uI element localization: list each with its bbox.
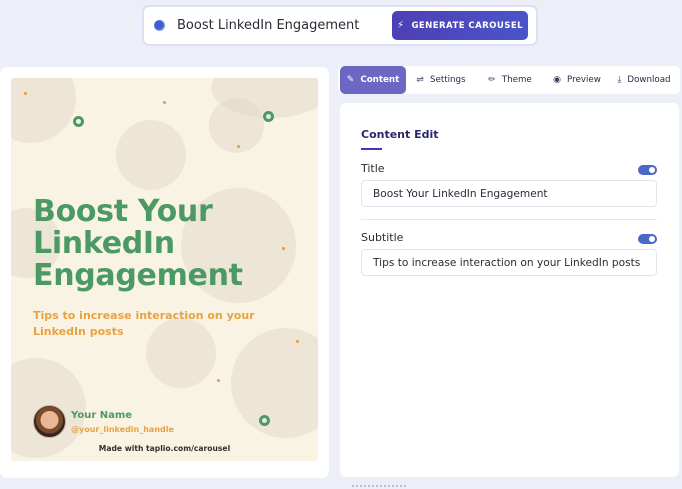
heading-underline bbox=[361, 148, 382, 150]
tab-content-label: Content bbox=[360, 75, 400, 85]
author-handle: @your_linkedin_handle bbox=[71, 425, 174, 434]
tab-content[interactable]: ✎ Content bbox=[340, 66, 406, 94]
scroll-indicator bbox=[352, 485, 406, 487]
generate-carousel-button[interactable]: ⚡︎ GENERATE CAROUSEL bbox=[392, 11, 528, 40]
background-bubble bbox=[11, 78, 76, 143]
background-bubble bbox=[116, 120, 186, 190]
bolt-icon: ⚡︎ bbox=[397, 20, 405, 31]
background-bubble bbox=[231, 328, 318, 438]
tab-preview[interactable]: ◉ Preview bbox=[544, 66, 610, 94]
dot-decoration bbox=[217, 379, 220, 382]
editor-heading: Content Edit bbox=[361, 128, 439, 141]
prompt-input[interactable]: Boost LinkedIn Engagement bbox=[177, 18, 359, 33]
carousel-slide[interactable]: Boost Your LinkedIn Engagement Tips to i… bbox=[11, 78, 318, 461]
author-name: Your Name bbox=[71, 410, 133, 421]
dot-decoration bbox=[24, 92, 27, 95]
tab-download-label: Download bbox=[627, 75, 671, 85]
tab-settings[interactable]: ⇌ Settings bbox=[406, 66, 476, 94]
dot-decoration bbox=[163, 101, 166, 104]
brush-icon: ✏ bbox=[488, 75, 496, 85]
dot-decoration bbox=[237, 145, 240, 148]
tab-theme-label: Theme bbox=[501, 75, 532, 85]
field-divider bbox=[361, 219, 657, 220]
prompt-bar: Boost LinkedIn Engagement ⚡︎ GENERATE CA… bbox=[142, 5, 538, 46]
generate-carousel-label: GENERATE CAROUSEL bbox=[411, 20, 523, 31]
subtitle-field-label: Subtitle bbox=[361, 231, 404, 244]
tab-settings-label: Settings bbox=[429, 75, 466, 85]
eye-icon: ◉ bbox=[553, 75, 562, 85]
dot-decoration bbox=[296, 340, 299, 343]
tab-download[interactable]: ⤓ Download bbox=[610, 66, 678, 94]
title-toggle[interactable] bbox=[638, 165, 657, 175]
title-input[interactable]: Boost Your LinkedIn Engagement bbox=[361, 180, 657, 207]
editor-tabs: ✎ Content ⇌ Settings ✏ Theme ◉ Preview ⤓… bbox=[338, 66, 680, 94]
ring-decoration bbox=[259, 415, 270, 426]
status-dot-icon bbox=[154, 20, 165, 31]
subtitle-input[interactable]: Tips to increase interaction on your Lin… bbox=[361, 249, 657, 276]
made-with-credit: Made with taplio.com/carousel bbox=[98, 444, 231, 453]
sliders-icon: ⇌ bbox=[416, 75, 424, 85]
tab-preview-label: Preview bbox=[567, 75, 601, 85]
tab-theme[interactable]: ✏ Theme bbox=[476, 66, 544, 94]
pencil-icon: ✎ bbox=[346, 75, 355, 85]
subtitle-toggle[interactable] bbox=[638, 234, 657, 244]
slide-subtitle: Tips to increase interaction on your Lin… bbox=[33, 309, 255, 338]
content-editor-panel: Content Edit Title Boost Your LinkedIn E… bbox=[340, 103, 679, 477]
avatar bbox=[33, 405, 66, 438]
ring-decoration bbox=[73, 116, 84, 127]
slide-title: Boost Your LinkedIn Engagement bbox=[33, 194, 243, 293]
download-icon: ⤓ bbox=[617, 75, 622, 85]
title-field-label: Title bbox=[361, 162, 385, 175]
ring-decoration bbox=[263, 111, 274, 122]
